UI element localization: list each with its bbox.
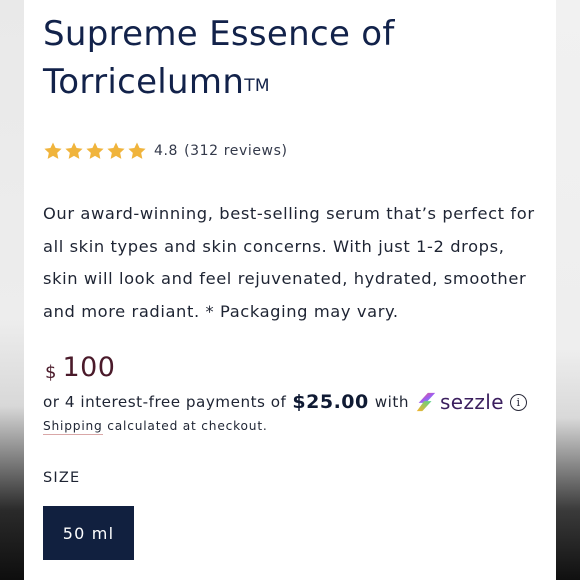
info-icon[interactable]: i [509,393,527,411]
sezzle-logo[interactable]: sezzle [415,390,504,414]
installment-with: with [374,393,409,411]
installment-amount: $25.00 [292,391,369,413]
product-price: $ 100 [45,352,116,383]
star-rating [43,141,147,161]
shipping-note: Shipping calculated at checkout. [43,419,268,435]
background-left [0,0,24,580]
size-option-50ml[interactable]: 50 ml [43,506,134,560]
installment-offer: or 4 interest-free payments of $25.00 wi… [43,388,527,416]
star-icon [44,142,62,159]
rating-value: 4.8 [154,143,179,159]
product-title-text: Supreme Essence of Torricelumn [43,14,395,102]
star-icon [65,142,83,159]
background-right [556,0,580,580]
star-icon [107,142,125,159]
trademark-symbol: TM [244,76,270,96]
info-symbol: i [516,395,521,409]
size-label: SIZE [43,470,81,486]
shipping-text: calculated at checkout. [107,419,268,433]
price-currency: $ [45,362,57,383]
review-count-link[interactable]: (312 reviews) [184,143,288,159]
sezzle-icon [416,392,436,412]
product-description: Our award-winning, best-selling serum th… [43,204,535,322]
star-icon [128,142,146,159]
installment-prefix: or 4 interest-free payments of [43,393,287,411]
product-title: Supreme Essence of TorricelumnTM [43,10,543,106]
product-rating[interactable]: 4.8 (312 reviews) [43,140,288,162]
shipping-link[interactable]: Shipping [43,419,103,435]
price-amount: 100 [62,352,116,383]
product-info-panel: Supreme Essence of TorricelumnTM 4.8 (31… [24,0,556,580]
star-icon [86,142,104,159]
sezzle-wordmark: sezzle [439,390,504,414]
